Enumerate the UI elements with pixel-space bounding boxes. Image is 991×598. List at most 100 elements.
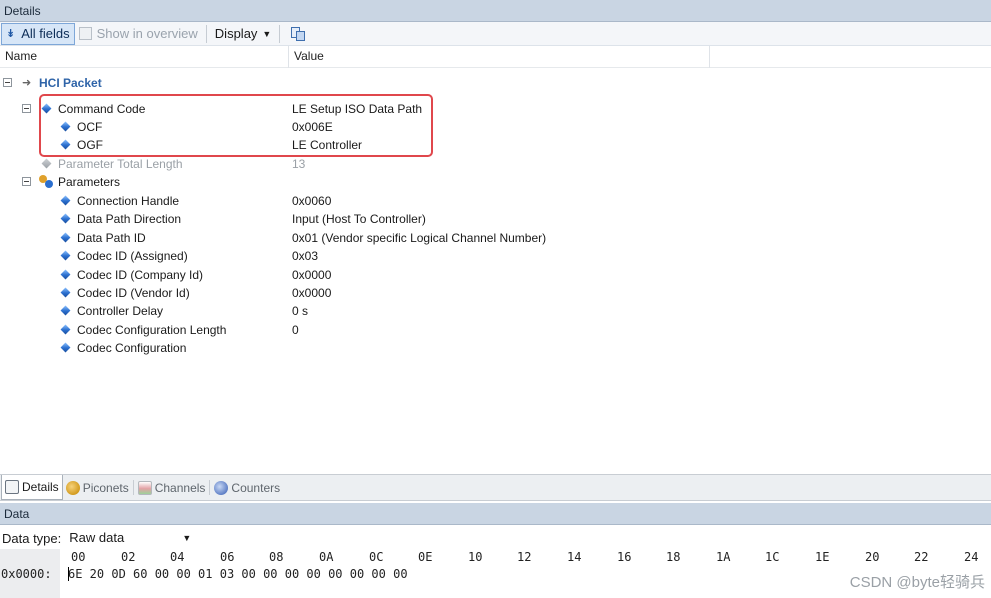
tree-row-param[interactable]: Data Path Direction Input (Host To Contr… [0, 210, 991, 228]
tree-row-label: Codec ID (Company Id) [77, 268, 204, 282]
tree-row-parameters[interactable]: Parameters [0, 173, 991, 191]
tab-label: Piconets [82, 480, 129, 495]
tree-row-command-code[interactable]: Command Code LE Setup ISO Data Path [0, 100, 991, 118]
hex-bytes[interactable]: 6E 20 0D 60 00 00 01 03 00 00 00 00 00 0… [68, 566, 408, 582]
details-toolbar: ↡ All fields Show in overview Display ▼ [0, 22, 991, 46]
hex-column-label: 24 [964, 550, 979, 564]
show-in-overview-label: Show in overview [96, 26, 198, 41]
watermark: CSDN @byte轻骑兵 [849, 574, 985, 591]
data-type-row: Data type: Raw data ▼ [0, 527, 991, 549]
field-diamond-icon [60, 213, 71, 224]
field-diamond-icon [60, 121, 71, 132]
tree-row-label: Connection Handle [77, 194, 180, 208]
field-diamond-icon [60, 195, 71, 206]
data-type-select[interactable]: Raw data ▼ [67, 528, 193, 548]
tree-row-label: HCI Packet [39, 76, 102, 90]
tree-row-label: Codec Configuration Length [77, 323, 227, 337]
column-value[interactable]: Value [289, 46, 710, 68]
hex-column-label: 20 [865, 550, 880, 564]
tree-row-ocf[interactable]: OCF 0x006E [0, 118, 991, 136]
field-diamond-icon [60, 232, 71, 243]
tab-separator [209, 480, 211, 495]
tree-row-label: Codec ID (Assigned) [77, 249, 188, 263]
counters-icon [214, 480, 229, 495]
tree-row-label: OCF [77, 120, 103, 134]
tree-row-param[interactable]: Codec ID (Assigned) 0x03 [0, 247, 991, 265]
tree-row-value: 0x0060 [292, 194, 332, 208]
tab-details[interactable]: Details [1, 475, 63, 500]
hex-column-label: 22 [914, 550, 929, 564]
tree-row-param[interactable]: Codec Configuration [0, 339, 991, 357]
collapse-icon[interactable] [22, 177, 31, 186]
overview-icon [78, 27, 92, 40]
hex-column-label: 10 [468, 550, 483, 564]
all-fields-label: All fields [21, 26, 70, 41]
data-type-label: Data type: [2, 530, 62, 546]
details-tree: ➜ HCI Packet Command Code LE Setup ISO D… [0, 68, 991, 473]
field-diamond-icon [60, 342, 71, 353]
all-fields-button[interactable]: ↡ All fields [1, 22, 75, 45]
copy-icon [290, 26, 306, 42]
hex-column-label: 08 [269, 550, 284, 564]
field-diamond-icon [60, 139, 71, 150]
copy-button[interactable] [284, 23, 310, 45]
hex-column-label: 14 [567, 550, 582, 564]
data-panel-header: Data [0, 503, 991, 525]
field-diamond-icon [60, 324, 71, 335]
collapse-icon[interactable] [3, 78, 12, 87]
field-diamond-icon [60, 269, 71, 280]
tab-label: Counters [231, 480, 281, 495]
tree-row-param[interactable]: Codec Configuration Length 0 [0, 321, 991, 339]
hex-column-label: 1C [765, 550, 780, 564]
show-in-overview-button[interactable]: Show in overview [75, 23, 202, 45]
tab-label: Details [22, 480, 59, 494]
tree-row-label: Parameters [58, 175, 121, 189]
hex-column-label: 04 [170, 550, 185, 564]
tree-row-value: 0 s [292, 304, 309, 318]
double-chevron-down-icon: ↡ [6, 28, 16, 40]
field-diamond-icon [60, 305, 71, 316]
details-panel-header: Details [0, 0, 991, 22]
details-panel-title: Details [4, 4, 41, 18]
hex-column-label: 00 [71, 550, 86, 564]
hex-offset: 0x0000: [1, 567, 52, 581]
tree-row-param[interactable]: Connection Handle 0x0060 [0, 192, 991, 210]
tree-row-label: OGF [77, 138, 103, 152]
caret-down-icon: ▼ [182, 533, 192, 543]
tree-row-label: Codec Configuration [77, 341, 187, 355]
tab-label: Channels [154, 480, 206, 495]
toolbar-separator [279, 24, 281, 43]
tree-row-param[interactable]: Data Path ID 0x01 (Vendor specific Logic… [0, 229, 991, 247]
tree-row-param[interactable]: Controller Delay 0 s [0, 302, 991, 320]
data-type-value: Raw data [69, 530, 125, 545]
field-diamond-icon [60, 250, 71, 261]
tree-row-value: 0x0000 [292, 268, 332, 282]
tree-row-ogf[interactable]: OGF LE Controller [0, 136, 991, 154]
tree-row-parameter-total-length[interactable]: Parameter Total Length 13 [0, 155, 991, 173]
hex-column-label: 0E [418, 550, 433, 564]
column-header: Name Value [0, 46, 991, 68]
hex-column-label: 06 [220, 550, 235, 564]
details-icon [5, 480, 19, 494]
parameters-icon [39, 175, 53, 188]
tab-channels[interactable]: Channels [135, 475, 209, 500]
tree-row-label: Data Path Direction [77, 212, 182, 226]
tree-row-label: Command Code [58, 102, 146, 116]
hex-column-label: 02 [121, 550, 136, 564]
tree-row-value: 13 [292, 157, 306, 171]
display-label: Display [214, 26, 258, 41]
caret-down-icon: ▼ [262, 28, 272, 39]
hex-column-label: 16 [617, 550, 632, 564]
tree-row-hci-packet[interactable]: ➜ HCI Packet [0, 74, 991, 92]
hex-view[interactable]: 00 02 04 06 08 0A 0C 0E 10 12 14 16 18 1A 1C 1E 20 22 24 0… [0, 549, 991, 598]
tree-row-param[interactable]: Codec ID (Company Id) 0x0000 [0, 266, 991, 284]
data-panel-title: Data [4, 507, 30, 521]
tab-counters[interactable]: Counters [211, 475, 283, 500]
collapse-icon[interactable] [22, 104, 31, 113]
column-name[interactable]: Name [0, 46, 289, 68]
display-dropdown[interactable]: Display ▼ [211, 23, 276, 45]
tree-row-label: Data Path ID [77, 231, 146, 245]
tree-row-param[interactable]: Codec ID (Vendor Id) 0x0000 [0, 284, 991, 302]
tab-piconets[interactable]: Piconets [63, 475, 132, 500]
hex-column-label: 12 [517, 550, 532, 564]
